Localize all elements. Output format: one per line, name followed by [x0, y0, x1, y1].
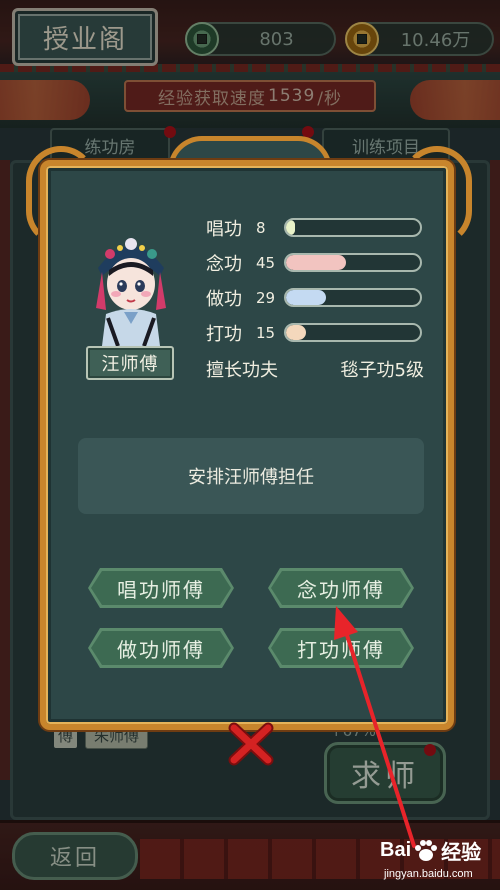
baidu-watermark: Bai 经验 jingyan.baidu.com [374, 832, 496, 888]
specialty-value: 毯子功5级 [340, 360, 424, 381]
teacher-portrait [96, 238, 166, 346]
specialty-row: 擅长功夫 毯子功5级 [206, 356, 424, 382]
acting-teacher-button[interactable]: 做功师傅 [88, 628, 234, 668]
watermark-brand: Bai [380, 839, 412, 861]
watermark-suffix: 经验 [441, 842, 482, 864]
stat-bar-fill [286, 255, 347, 270]
stat-bar-fill [286, 220, 296, 235]
fighting-teacher-button[interactable]: 打功师傅 [268, 628, 414, 668]
stat-label: 打功 [206, 324, 242, 345]
stat-label: 唱功 [206, 219, 242, 240]
button-label: 念功师傅 [271, 571, 411, 605]
button-label: 唱功师傅 [91, 571, 231, 605]
watermark-url: jingyan.baidu.com [384, 868, 473, 880]
stat-bar [284, 218, 422, 237]
stat-bar-fill [286, 325, 307, 340]
stat-label: 念功 [206, 254, 242, 275]
stat-value: 15 [256, 324, 276, 342]
stat-value: 8 [256, 219, 266, 237]
recitation-teacher-button[interactable]: 念功师傅 [268, 568, 414, 608]
singing-teacher-button[interactable]: 唱功师傅 [88, 568, 234, 608]
stat-bar-fill [286, 290, 327, 305]
assign-prompt: 安排汪师傅担任 [78, 438, 424, 514]
stat-row-recitation: 念功 45 [206, 251, 422, 275]
stat-label: 做功 [206, 289, 242, 310]
stat-bar [284, 288, 422, 307]
specialty-label: 擅长功夫 [206, 360, 278, 381]
button-label: 打功师傅 [271, 631, 411, 665]
button-label: 做功师傅 [91, 631, 231, 665]
paw-logo-icon [415, 839, 438, 861]
stat-bar [284, 253, 422, 272]
close-icon[interactable] [226, 722, 276, 766]
stat-value: 45 [256, 254, 276, 272]
stat-row-singing: 唱功 8 [206, 216, 422, 240]
stat-bar [284, 323, 422, 342]
stat-value: 29 [256, 289, 276, 307]
game-screen: 授业阁 803 10.46万 经验获取速度 1539 /秒 练功房 训练项目 傅… [0, 0, 500, 890]
teacher-name-plate: 汪师傅 [86, 346, 174, 380]
stat-row-acting: 做功 29 [206, 286, 422, 310]
stat-row-fighting: 打功 15 [206, 321, 422, 345]
